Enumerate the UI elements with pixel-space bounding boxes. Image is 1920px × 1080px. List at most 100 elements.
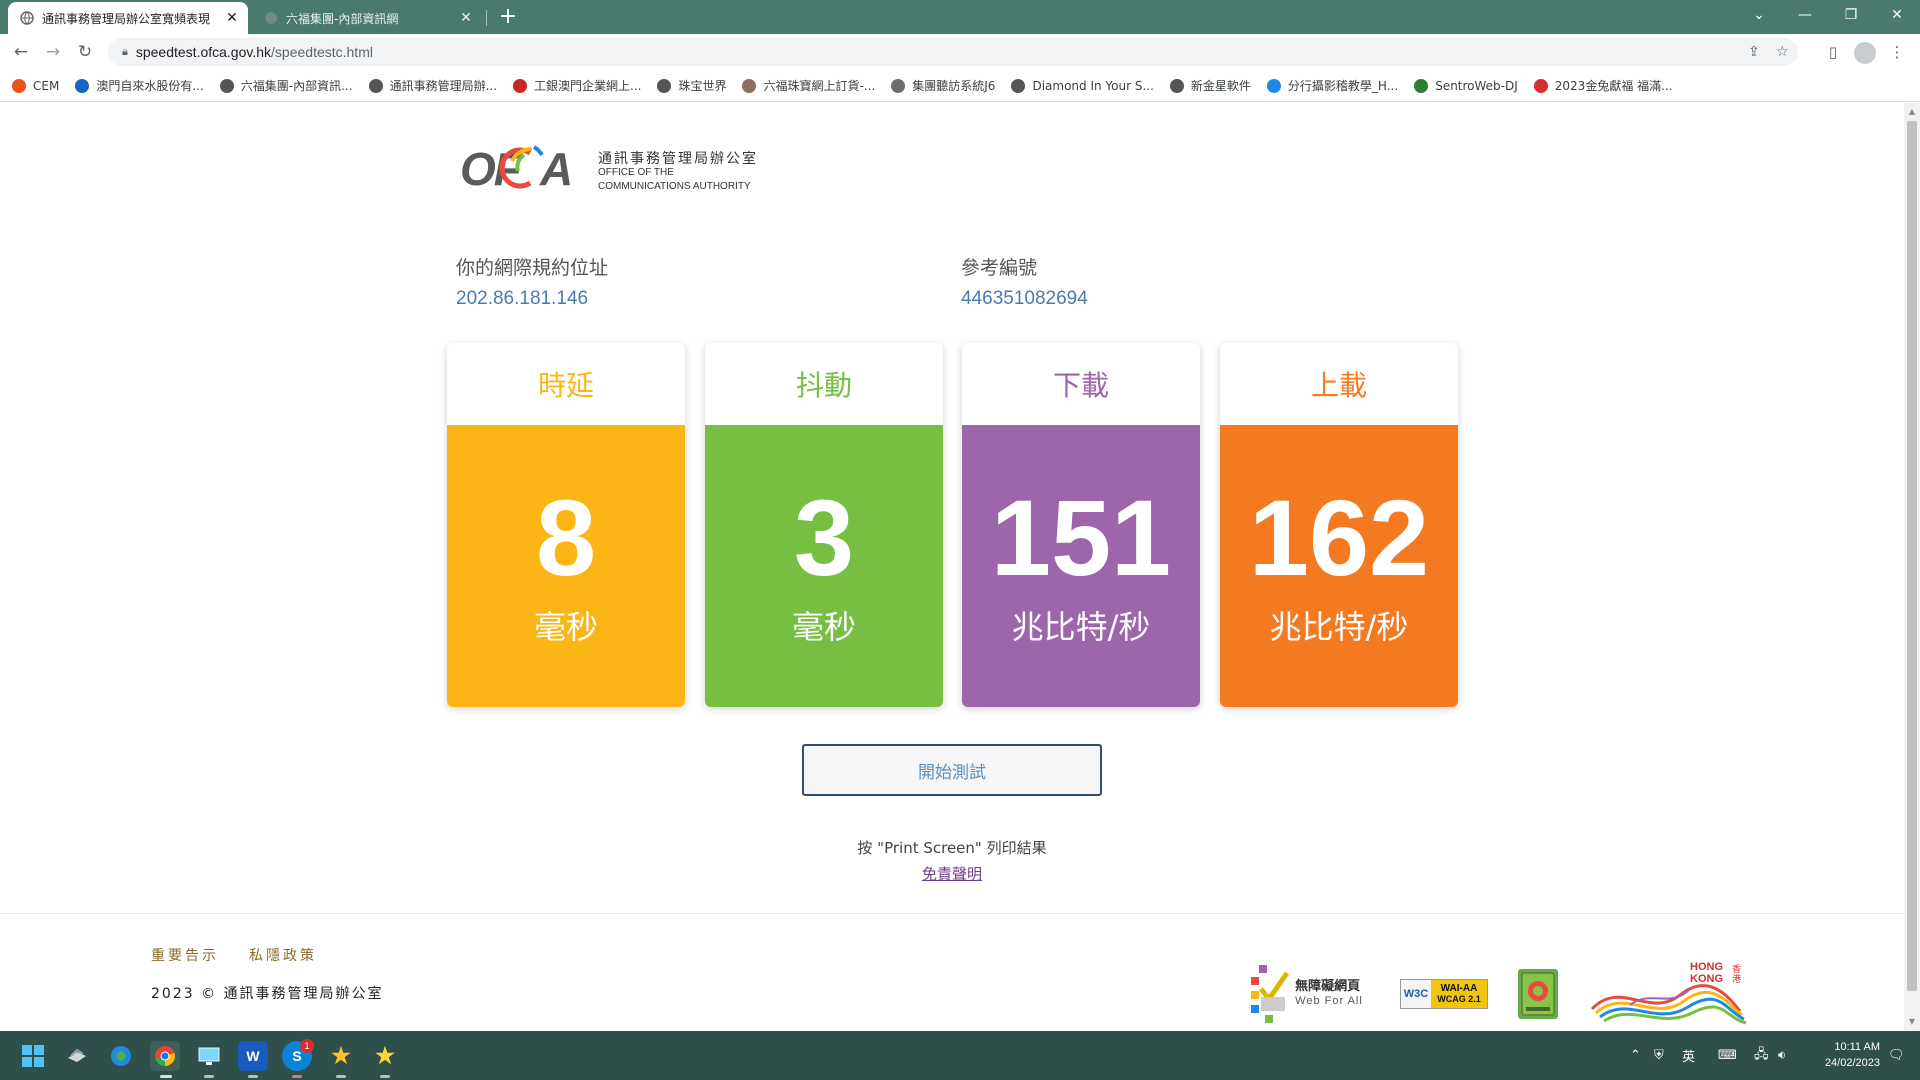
- bookmark-favicon-icon: [1533, 78, 1548, 93]
- ofca-logo-mark: OF A: [460, 139, 588, 207]
- footer-divider: [0, 913, 1904, 914]
- bookmark-item[interactable]: 新金星軟件: [1169, 77, 1251, 94]
- page-viewport: OF A 通訊事務管理局辦公室 OFFICE OF THE COMMUNICAT…: [0, 103, 1904, 1031]
- network-tool-icon[interactable]: [62, 1041, 92, 1071]
- bookmark-item[interactable]: 集團聽訪系統J6: [891, 77, 995, 94]
- bookmark-label: 2023金兔獻福 福滿...: [1554, 79, 1673, 93]
- privacy-policy-link[interactable]: 私隱政策: [249, 948, 317, 964]
- keyboard-icon[interactable]: ⌨: [1718, 1031, 1737, 1080]
- skype-notification-badge: 1: [300, 1039, 314, 1053]
- scroll-down-icon[interactable]: ▼: [1904, 1015, 1920, 1029]
- close-window-button[interactable]: ✕: [1874, 0, 1920, 30]
- tab-search-icon[interactable]: ⌄: [1736, 0, 1782, 30]
- remote-desktop-indicator: [204, 1075, 214, 1078]
- remote-desktop-icon[interactable]: [194, 1041, 224, 1071]
- forward-arrow-icon[interactable]: →: [40, 40, 66, 64]
- restore-button[interactable]: ❐: [1828, 0, 1874, 30]
- bookmark-item[interactable]: 2023金兔獻福 福滿...: [1533, 77, 1673, 94]
- bookmark-favicon-icon: [657, 78, 672, 93]
- upload-value: 162: [1248, 477, 1430, 598]
- url-text: speedtest.ofca.gov.hk/speedtestc.html: [135, 44, 373, 60]
- web-for-all-zh: 無障礙網頁: [1295, 979, 1361, 994]
- brand-hong-kong-logo[interactable]: HONG KONG 香港: [1590, 959, 1752, 1029]
- tab-title: 通訊事務管理局辦公室寬頻表現: [42, 11, 211, 26]
- tray-shield-icon[interactable]: ⛨: [1654, 1031, 1664, 1080]
- latency-unit: 毫秒: [533, 608, 598, 646]
- network-icon[interactable]: 🖧︎: [1754, 1031, 1769, 1080]
- ipv6-icon: [1521, 972, 1555, 1016]
- web-for-all-en: Web For All: [1295, 995, 1363, 1007]
- footer-links: 重要告示 私隱政策: [151, 945, 347, 965]
- close-tab-icon[interactable]: ✕: [456, 10, 476, 26]
- word-icon[interactable]: W: [238, 1041, 268, 1071]
- bookmark-item[interactable]: 六福集團-內部資訊...: [219, 77, 353, 94]
- address-bar[interactable]: 🔒︎ speedtest.ofca.gov.hk/speedtestc.html…: [108, 38, 1798, 66]
- jitter-value: 3: [793, 477, 855, 598]
- ofca-logo[interactable]: OF A 通訊事務管理局辦公室 OFFICE OF THE COMMUNICAT…: [460, 143, 760, 203]
- brand-hk-word1: HONG: [1690, 961, 1723, 973]
- bookmark-item[interactable]: 通訊事務管理局辦...: [368, 77, 497, 94]
- clock-date: 24/02/2023: [1824, 1057, 1880, 1069]
- ip-address-label: 你的網際規約位址: [456, 257, 609, 279]
- scroll-thumb[interactable]: [1907, 121, 1917, 991]
- latency-card: 時延 8 毫秒: [447, 343, 685, 707]
- system-clock[interactable]: 10:11 AM 24/02/2023: [1810, 1039, 1880, 1071]
- bookmark-item[interactable]: 珠宝世界: [657, 77, 726, 94]
- menu-kebab-icon[interactable]: ⋮: [1884, 40, 1910, 64]
- minimize-button[interactable]: —: [1782, 0, 1828, 30]
- bookmark-favicon-icon: [219, 78, 234, 93]
- bookmark-item[interactable]: Diamond In Your S...: [1011, 78, 1154, 93]
- bookmark-item[interactable]: CEM: [12, 78, 59, 93]
- w3c-wcag-badge[interactable]: W3C WAI-AA WCAG 2.1: [1400, 979, 1488, 1009]
- star-app-2-icon[interactable]: ★: [370, 1041, 400, 1071]
- star-app-icon[interactable]: ★: [326, 1041, 356, 1071]
- bookmark-item[interactable]: 六福珠寶網上訂貨-...: [742, 77, 875, 94]
- bookmark-label: 珠宝世界: [678, 79, 727, 93]
- brand-hk-zh: 香港: [1732, 965, 1742, 985]
- browser-toolbar: ← → ↻ 🔒︎ speedtest.ofca.gov.hk/speedtest…: [0, 34, 1920, 70]
- scroll-up-icon[interactable]: ▲: [1904, 105, 1920, 119]
- bookmark-star-icon[interactable]: ☆: [1776, 38, 1789, 66]
- copyright-text: 2023 © 通訊事務管理局辦公室: [151, 986, 384, 1002]
- reference-number-block: 參考編號 446351082694: [961, 253, 1088, 310]
- side-panel-icon[interactable]: ▯: [1820, 40, 1846, 64]
- windows-start-icon[interactable]: [18, 1041, 48, 1071]
- reload-icon[interactable]: ↻: [72, 40, 98, 64]
- share-icon[interactable]: ⇪: [1748, 38, 1760, 66]
- close-tab-icon[interactable]: ✕: [222, 10, 242, 26]
- page-scrollbar[interactable]: ▲ ▼: [1904, 103, 1920, 1031]
- bookmark-favicon-icon: [891, 78, 906, 93]
- web-for-all-badge[interactable]: 無障礙網頁 Web For All: [1240, 961, 1372, 1027]
- important-notice-link[interactable]: 重要告示: [151, 948, 219, 964]
- bookmark-item[interactable]: 澳門自來水股份有...: [75, 77, 204, 94]
- latency-value: 8: [535, 477, 597, 598]
- tab-ofca-speedtest[interactable]: 通訊事務管理局辦公室寬頻表現 ✕: [8, 2, 248, 34]
- notification-icon[interactable]: 🗨︎: [1888, 1031, 1905, 1080]
- ipv6-badge[interactable]: [1518, 969, 1558, 1019]
- jitter-card: 抖動 3 毫秒: [705, 343, 943, 707]
- disclaimer-link[interactable]: 免責聲明: [922, 865, 982, 883]
- new-tab-button[interactable]: +: [494, 4, 522, 30]
- download-title: 下載: [962, 343, 1200, 425]
- start-test-button[interactable]: 開始測試: [802, 744, 1102, 796]
- bookmark-favicon-icon: [1011, 78, 1026, 93]
- star-app-indicator: [336, 1075, 346, 1078]
- bookmark-label: 六福集團-內部資訊...: [240, 79, 353, 93]
- bookmark-favicon-icon: [1169, 78, 1184, 93]
- edge-browser-icon[interactable]: [106, 1041, 136, 1071]
- back-arrow-icon[interactable]: ←: [8, 40, 34, 64]
- jitter-unit: 毫秒: [791, 608, 856, 646]
- ime-indicator[interactable]: 英: [1682, 1031, 1695, 1080]
- bookmarks-bar: CEM 澳門自來水股份有... 六福集團-內部資訊... 通訊事務管理局辦... 工銀澳…: [0, 70, 1920, 102]
- bookmark-item[interactable]: 分行攝影稽教學_H...: [1266, 77, 1398, 94]
- tab-lukfook-intranet[interactable]: 六福集團-內部資訊網 ✕: [252, 2, 482, 34]
- bookmark-favicon-icon: [368, 78, 383, 93]
- profile-avatar[interactable]: [1852, 40, 1878, 64]
- volume-icon[interactable]: 🔉︎: [1778, 1031, 1786, 1080]
- star-app-2-indicator: [380, 1075, 390, 1078]
- chrome-icon[interactable]: [150, 1041, 180, 1071]
- upload-card: 上載 162 兆比特/秒: [1220, 343, 1458, 707]
- tray-chevron-icon[interactable]: ⌃: [1630, 1031, 1641, 1080]
- bookmark-item[interactable]: SentroWeb-DJ: [1414, 78, 1518, 93]
- bookmark-item[interactable]: 工銀澳門企業網上...: [513, 77, 641, 94]
